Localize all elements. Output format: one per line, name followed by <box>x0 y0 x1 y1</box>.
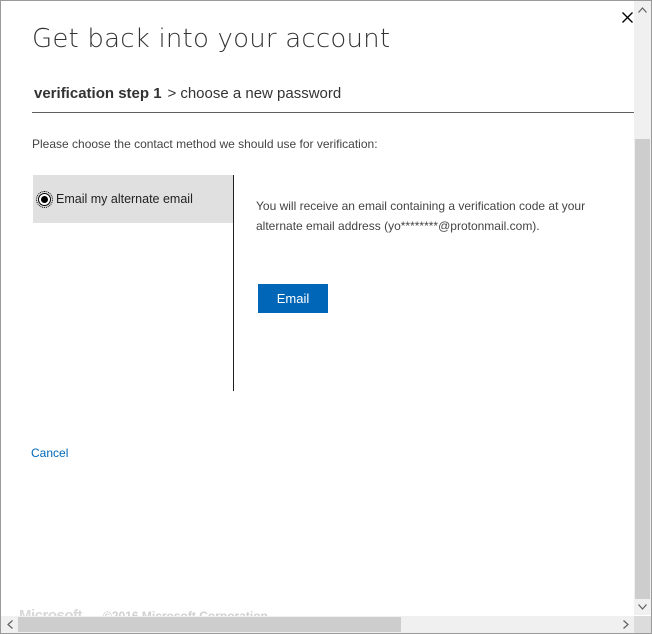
breadcrumb-separator: > <box>167 85 177 102</box>
horizontal-scroll-thumb[interactable] <box>18 617 401 632</box>
method-option-label: Email my alternate email <box>56 192 193 206</box>
header-divider <box>32 112 634 113</box>
method-radio[interactable] <box>36 190 53 208</box>
method-description: You will receive an email containing a v… <box>256 199 586 233</box>
scroll-right-button[interactable] <box>617 616 634 633</box>
close-icon <box>621 11 633 23</box>
chevron-up-icon <box>638 6 647 13</box>
chevron-left-icon <box>6 620 13 629</box>
method-option-alternate-email[interactable]: Email my alternate email <box>33 175 233 223</box>
radio-selected-dot <box>41 195 48 203</box>
breadcrumb: verification step 1 > choose a new passwor… <box>34 85 341 102</box>
scroll-left-button[interactable] <box>1 616 18 633</box>
breadcrumb-current-step: verification step 1 <box>34 85 162 102</box>
chevron-down-icon <box>638 603 647 610</box>
email-button[interactable]: Email <box>258 284 328 313</box>
horizontal-scrollbar[interactable] <box>1 616 651 633</box>
contact-method-list: Email my alternate email <box>33 175 234 391</box>
instruction-text: Please choose the contact method we shou… <box>32 137 378 151</box>
scrollbar-corner <box>634 616 651 633</box>
page-title: Get back into your account <box>32 24 391 54</box>
scroll-down-button[interactable] <box>634 598 651 615</box>
cancel-link[interactable]: Cancel <box>31 446 68 460</box>
breadcrumb-next-step: choose a new password <box>180 85 342 102</box>
chevron-right-icon <box>622 620 629 629</box>
vertical-scrollbar[interactable] <box>634 1 651 615</box>
vertical-scroll-thumb[interactable] <box>635 139 650 599</box>
scroll-up-button[interactable] <box>634 1 651 18</box>
